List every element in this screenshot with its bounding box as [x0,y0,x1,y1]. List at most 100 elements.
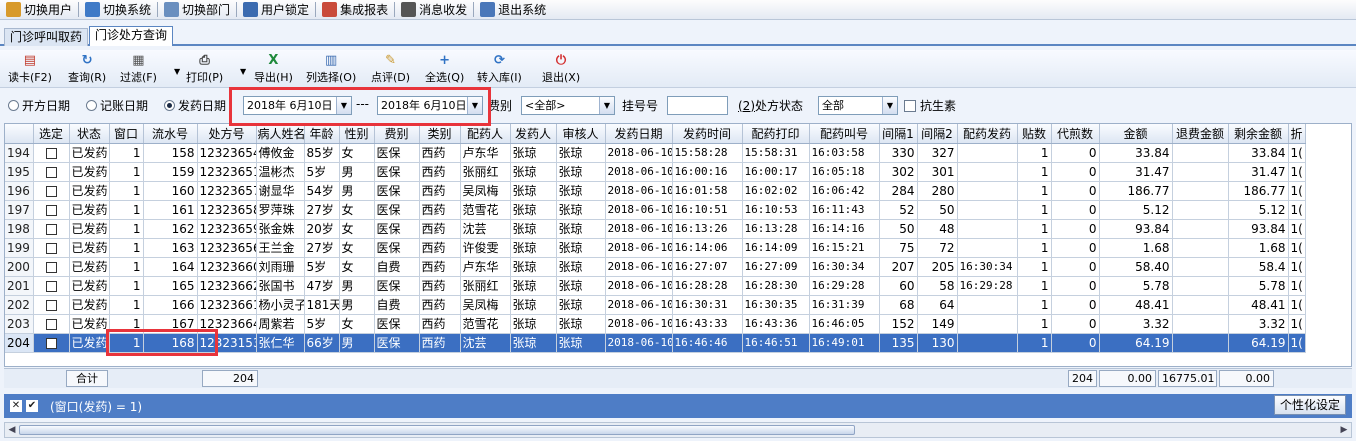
table-cell[interactable] [33,181,70,201]
column-header[interactable]: 发药日期 [605,124,673,144]
table-cell[interactable] [33,257,70,277]
column-header[interactable]: 发药时间 [672,124,743,144]
toolbar-button-6[interactable]: ▥ 列选择(O) [306,53,356,84]
column-header[interactable]: 病人姓名 [256,124,305,144]
column-header[interactable]: 退费金额 [1172,124,1229,144]
column-header[interactable]: 类别 [419,124,461,144]
row-select-checkbox[interactable] [45,299,57,311]
table-cell[interactable] [33,162,70,182]
table-row[interactable]: 203 已发药 1 167 12323664 周紫若 5岁女医保 西药 范雪花 张琼 张琼 2018-… [5,314,1306,334]
menu-item-3[interactable]: 切换部门 [160,1,234,19]
tab-outpatient-call[interactable]: 门诊呼叫取药 [4,28,89,46]
table-row[interactable]: 196 已发药 1 160 12323657 谢显华 54岁男医保 西药 吴凤梅 张琼 张琼 2018… [5,181,1306,201]
chevron-down-icon[interactable]: ▼ [467,97,482,114]
chevron-down-icon[interactable]: ▼ [599,97,614,114]
table-cell[interactable] [33,333,70,353]
table-cell[interactable] [33,219,70,239]
radio-open-date[interactable]: 开方日期 [8,97,70,114]
column-header[interactable]: 配药打印 [742,124,810,144]
column-header[interactable]: 间隔1 [879,124,918,144]
menu-item-4[interactable]: 用户锁定 [239,1,313,19]
column-header[interactable]: 配药叫号 [809,124,880,144]
column-header[interactable]: 审核人 [556,124,606,144]
chevron-down-icon[interactable]: ▼ [882,97,897,114]
toolbar-button-7[interactable]: ✎ 点评(D) [371,53,410,84]
table-row[interactable]: 198 已发药 1 162 12323659 张金姝 20岁女医保 西药 沈芸 张琼 张琼 2018-… [5,219,1306,239]
horizontal-scrollbar[interactable]: ◀ ▶ [4,422,1352,438]
column-header[interactable]: 性别 [339,124,375,144]
table-cell[interactable] [33,295,70,315]
table-row[interactable]: 195 已发药 1 159 12323651 温彬杰 5岁男医保 西药 张丽红 张琼 张琼 2018-… [5,162,1306,182]
radio-account-date[interactable]: 记账日期 [86,97,148,114]
close-filter-icon[interactable]: ✕ [10,400,22,412]
scroll-left-icon[interactable]: ◀ [6,424,18,436]
column-header[interactable]: 配药发药 [957,124,1018,144]
toolbar-button-8[interactable]: + 全选(Q) [425,53,464,84]
table-row[interactable]: 194 已发药 1 158 12323654 傅攸金 85岁女医保 西药 卢东华 张琼 张琼 2018… [5,143,1306,163]
radio-dispense-date[interactable]: 发药日期 [164,97,226,114]
column-header[interactable]: 状态 [69,124,110,144]
row-select-checkbox[interactable] [45,261,57,273]
row-select-checkbox[interactable] [45,204,57,216]
registration-no-input[interactable] [667,96,728,115]
column-header[interactable]: 配药人 [460,124,511,144]
table-cell[interactable] [33,200,70,220]
row-select-checkbox[interactable] [45,185,57,197]
column-header[interactable] [5,124,34,144]
table-cell[interactable] [33,143,70,163]
table-row[interactable]: 201 已发药 1 165 12323662 张国书 47岁男医保 西药 张丽红 张琼 张琼 2018… [5,276,1306,296]
menu-item-5[interactable]: 集成报表 [318,1,392,19]
scrollbar-thumb[interactable] [19,425,855,435]
row-select-checkbox[interactable] [45,318,57,330]
table-cell[interactable] [33,276,70,296]
menu-item-2[interactable]: 切换系统 [81,1,155,19]
table-cell[interactable] [33,238,70,258]
row-select-checkbox[interactable] [45,147,57,159]
column-header[interactable]: 贴数 [1017,124,1052,144]
table-row[interactable]: 199 已发药 1 163 12323656 王兰金 27岁女医保 西药 许俊雯 张琼 张琼 2018… [5,238,1306,258]
row-select-checkbox[interactable] [45,280,57,292]
toolbar-button-9[interactable]: ⟳ 转入库(I) [477,53,522,84]
column-header[interactable]: 选定 [33,124,70,144]
column-header[interactable]: 发药人 [510,124,557,144]
toolbar-button-5[interactable]: X 导出(H) [254,53,293,84]
column-header[interactable]: 折 [1288,124,1306,144]
column-header[interactable]: 代煎数 [1051,124,1100,144]
menu-item-1[interactable]: 切换用户 [2,1,76,19]
row-select-checkbox[interactable] [45,337,57,349]
table-row[interactable]: 197 已发药 1 161 12323658 罗萍珠 27岁女医保 西药 范雪花 张琼 张琼 2018… [5,200,1306,220]
toolbar-button-3[interactable]: ▦ 过滤(F) [120,53,157,84]
date-to-picker[interactable]: 2018年 6月10日 ▼ [377,96,483,115]
prescription-status-select[interactable]: 全部 ▼ [818,96,898,115]
toolbar-button-1[interactable]: ▤ 读卡(F2) [8,53,52,84]
menu-item-7[interactable]: 退出系统 [476,1,550,19]
toolbar-button-4[interactable]: ⎙ 打印(P) [186,53,223,84]
filter-dropdown-arrow[interactable]: ▼ [174,67,180,76]
menu-item-6[interactable]: 消息收发 [397,1,471,19]
column-header[interactable]: 窗口 [109,124,144,144]
date-from-picker[interactable]: 2018年 6月10日 ▼ [243,96,352,115]
tab-prescription-query[interactable]: 门诊处方查询 [89,26,174,46]
antibiotic-checkbox[interactable]: 抗生素 [904,97,956,114]
row-select-checkbox[interactable] [45,242,57,254]
print-dropdown-arrow[interactable]: ▼ [240,67,246,76]
column-header[interactable]: 剩余金额 [1228,124,1289,144]
column-header[interactable]: 流水号 [143,124,198,144]
row-select-checkbox[interactable] [45,166,57,178]
toolbar-button-10[interactable]: ⏻ 退出(X) [542,53,580,84]
fee-type-select[interactable]: <全部> ▼ [521,96,615,115]
toolbar-button-2[interactable]: ↻ 查询(R) [68,53,106,84]
customize-button[interactable]: 个性化设定 [1273,395,1346,415]
table-row[interactable]: 200 已发药 1 164 12323660 刘雨珊 5岁女自费 西药 卢东华 张琼 张琼 2018-… [5,257,1306,277]
row-select-checkbox[interactable] [45,223,57,235]
column-header[interactable]: 间隔2 [917,124,958,144]
table-row[interactable]: 204 已发药 1 168 12323153 张仁华 66岁男医保 西药 沈芸 张琼 张琼 2018-… [5,333,1306,353]
chevron-down-icon[interactable]: ▼ [336,97,351,114]
table-row[interactable]: 202 已发药 1 166 12323661 杨小灵子 181天男自费 西药 吴凤梅 张琼 张琼 20… [5,295,1306,315]
column-header[interactable]: 金额 [1099,124,1173,144]
table-cell[interactable] [33,314,70,334]
filter-enabled-checkbox[interactable]: ✔ [26,400,38,412]
column-header[interactable]: 年龄 [304,124,340,144]
column-header[interactable]: 费别 [374,124,420,144]
column-header[interactable]: 处方号 [197,124,257,144]
